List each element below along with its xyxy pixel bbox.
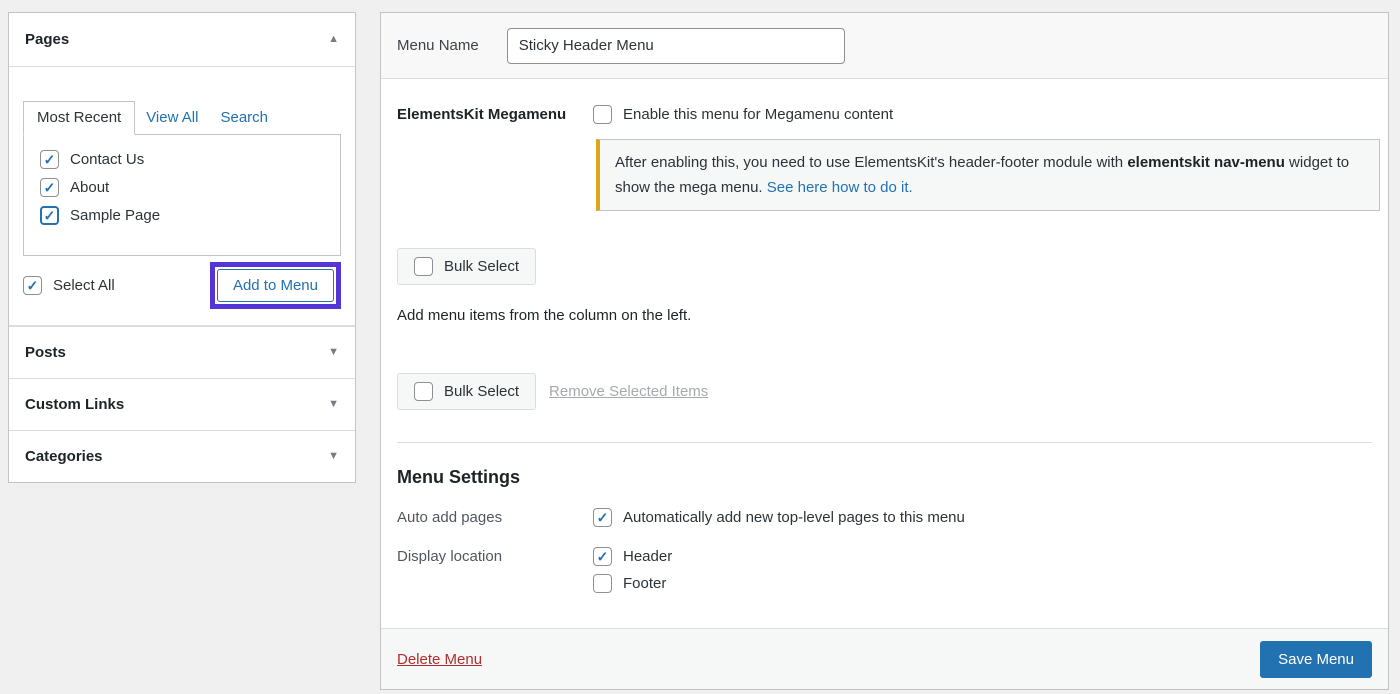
pages-panel-body: Most Recent View All Search ✓ Contact Us… — [9, 67, 355, 326]
auto-add-pages-label: Auto add pages — [397, 508, 593, 527]
custom-links-panel-title: Custom Links — [25, 396, 124, 413]
select-all-label: Select All — [53, 277, 115, 294]
select-all[interactable]: ✓ Select All — [23, 276, 115, 295]
location-header-label: Header — [623, 548, 672, 565]
auto-add-pages-row: Auto add pages ✓ Automatically add new t… — [397, 508, 1372, 527]
megamenu-warning-notice: After enabling this, you need to use Ele… — [596, 139, 1380, 211]
posts-panel-title: Posts — [25, 344, 66, 361]
categories-panel-title: Categories — [25, 448, 103, 465]
add-to-menu-button[interactable]: Add to Menu — [217, 269, 334, 302]
menu-name-label: Menu Name — [397, 37, 479, 54]
checkmark-icon: ✓ — [27, 278, 39, 292]
expand-down-icon[interactable]: ▼ — [328, 451, 339, 462]
menu-editor-body: ElementsKit Megamenu Enable this menu fo… — [381, 79, 1388, 628]
location-footer-label: Footer — [623, 575, 666, 592]
page-item-label: About — [70, 179, 109, 196]
checkmark-icon: ✓ — [597, 510, 609, 524]
checkbox-enable-megamenu[interactable] — [593, 105, 612, 124]
notice-text: After enabling this, you need to use Ele… — [615, 154, 1127, 171]
auto-add-pages-option[interactable]: ✓ Automatically add new top-level pages … — [593, 508, 965, 527]
pages-tabs: Most Recent View All Search — [23, 101, 341, 134]
menu-items-accordion: Pages ▲ Most Recent View All Search ✓ Co… — [8, 12, 356, 483]
empty-menu-message: Add menu items from the column on the le… — [397, 307, 1372, 324]
display-location-row: Display location ✓ Header Footer — [397, 547, 1372, 593]
pages-panel-title: Pages — [25, 31, 69, 48]
tab-most-recent[interactable]: Most Recent — [23, 101, 135, 135]
tab-search[interactable]: Search — [209, 102, 279, 134]
save-menu-button[interactable]: Save Menu — [1260, 641, 1372, 678]
publishing-actions-bar: Delete Menu Save Menu — [381, 628, 1388, 689]
checkbox-auto-add-pages[interactable]: ✓ — [593, 508, 612, 527]
bulk-select-button-top[interactable]: Bulk Select — [397, 248, 536, 285]
notice-bold-text: elementskit nav-menu — [1127, 154, 1285, 171]
checkbox-contact-us[interactable]: ✓ — [40, 150, 59, 169]
checkbox-bulk-select-bottom[interactable] — [414, 382, 433, 401]
checkbox-location-header[interactable]: ✓ — [593, 547, 612, 566]
checkmark-icon: ✓ — [44, 208, 56, 222]
remove-selected-items-link[interactable]: Remove Selected Items — [549, 383, 708, 400]
auto-add-pages-option-label: Automatically add new top-level pages to… — [623, 509, 965, 526]
menu-settings-title: Menu Settings — [397, 467, 1372, 488]
page-item-label: Contact Us — [70, 151, 144, 168]
bulk-select-label: Bulk Select — [444, 383, 519, 400]
checkmark-icon: ✓ — [44, 152, 56, 166]
accordion-header-pages[interactable]: Pages ▲ — [9, 13, 355, 67]
bulk-actions-row: Bulk Select Remove Selected Items — [397, 373, 1372, 410]
section-divider — [397, 442, 1372, 443]
delete-menu-link[interactable]: Delete Menu — [397, 651, 482, 668]
highlight-annotation: Add to Menu — [210, 262, 341, 309]
accordion-header-custom-links[interactable]: Custom Links ▼ — [9, 378, 355, 430]
page-item-about[interactable]: ✓ About — [40, 178, 328, 197]
accordion-header-posts[interactable]: Posts ▼ — [9, 326, 355, 378]
expand-down-icon[interactable]: ▼ — [328, 399, 339, 410]
checkbox-sample-page[interactable]: ✓ — [40, 206, 59, 225]
location-header-option[interactable]: ✓ Header — [593, 547, 672, 566]
see-how-link[interactable]: See here how to do it. — [767, 179, 913, 196]
expand-down-icon[interactable]: ▼ — [328, 347, 339, 358]
checkbox-bulk-select-top[interactable] — [414, 257, 433, 276]
location-footer-option[interactable]: Footer — [593, 574, 672, 593]
bulk-select-button-bottom[interactable]: Bulk Select — [397, 373, 536, 410]
checkmark-icon: ✓ — [597, 549, 609, 563]
bulk-select-label: Bulk Select — [444, 258, 519, 275]
display-location-options: ✓ Header Footer — [593, 547, 672, 593]
menu-name-input[interactable] — [507, 28, 845, 64]
pages-list-panel: ✓ Contact Us ✓ About ✓ Sample Page — [23, 134, 341, 256]
page-item-contact-us[interactable]: ✓ Contact Us — [40, 150, 328, 169]
checkbox-location-footer[interactable] — [593, 574, 612, 593]
checkbox-about[interactable]: ✓ — [40, 178, 59, 197]
collapse-up-icon[interactable]: ▲ — [328, 34, 339, 45]
page-item-sample-page[interactable]: ✓ Sample Page — [40, 206, 328, 225]
megamenu-enable[interactable]: Enable this menu for Megamenu content — [593, 105, 893, 124]
checkmark-icon: ✓ — [44, 180, 56, 194]
pages-button-controls: ✓ Select All Add to Menu — [23, 262, 341, 309]
megamenu-row: ElementsKit Megamenu Enable this menu fo… — [397, 105, 1372, 124]
checkbox-select-all[interactable]: ✓ — [23, 276, 42, 295]
tab-view-all[interactable]: View All — [135, 102, 209, 134]
megamenu-label: ElementsKit Megamenu — [397, 106, 593, 123]
megamenu-enable-label: Enable this menu for Megamenu content — [623, 106, 893, 123]
accordion-header-categories[interactable]: Categories ▼ — [9, 430, 355, 482]
display-location-label: Display location — [397, 547, 593, 593]
menu-editor-panel: Menu Name ElementsKit Megamenu Enable th… — [380, 12, 1389, 690]
page-item-label: Sample Page — [70, 207, 160, 224]
menu-name-row: Menu Name — [381, 13, 1388, 79]
